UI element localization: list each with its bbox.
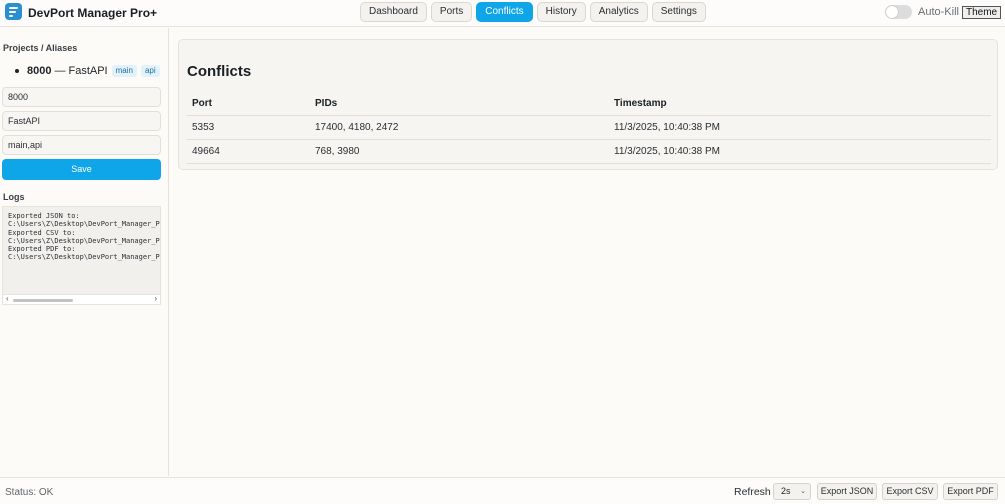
log-line: Exported JSON to: <box>8 212 80 220</box>
name-input[interactable]: FastAPI <box>2 111 161 131</box>
cell-port: 49664 <box>192 146 220 157</box>
main-tabs: Dashboard Ports Conflicts History Analyt… <box>360 2 706 22</box>
chevron-down-icon: ⌄ <box>800 488 806 495</box>
cell-timestamp: 11/3/2025, 10:40:38 PM <box>614 122 721 133</box>
refresh-interval-select[interactable]: 2s ⌄ <box>773 483 811 500</box>
tab-ports[interactable]: Ports <box>430 2 473 22</box>
autokill-toggle[interactable] <box>885 5 912 19</box>
logs-panel[interactable]: Exported JSON to: C:\Users\Z\Desktop\Dev… <box>2 206 161 305</box>
save-button[interactable]: Save <box>2 159 161 180</box>
status-text: Status: OK <box>5 487 54 498</box>
table-header-row: Port PIDs Timestamp <box>187 92 991 116</box>
log-line: C:\Users\Z\Desktop\DevPort_Manager_Pro <box>8 236 161 245</box>
autokill-label: Auto-Kill <box>918 6 959 18</box>
status-bar: Status: OK Refresh 2s ⌄ Export JSON Expo… <box>0 477 1005 504</box>
log-line: Exported CSV to: <box>8 228 76 237</box>
column-header-timestamp: Timestamp <box>614 98 667 109</box>
alias-name: FastAPI <box>68 65 108 77</box>
tab-history[interactable]: History <box>536 2 586 22</box>
cell-timestamp: 11/3/2025, 10:40:38 PM <box>614 146 721 157</box>
logs-horizontal-scrollbar[interactable]: ‹ › <box>3 294 160 304</box>
table-row: 49664 768, 3980 11/3/2025, 10:40:38 PM <box>187 140 991 164</box>
refresh-interval-value: 2s <box>781 486 791 496</box>
tags-input[interactable]: main,api <box>2 135 161 155</box>
log-line: C:\Users\Z\Desktop\DevPort_Manager_Pro <box>8 220 161 229</box>
tab-settings[interactable]: Settings <box>651 2 706 22</box>
theme-button[interactable]: Theme <box>962 6 1002 19</box>
scroll-right-icon[interactable]: › <box>154 294 157 303</box>
logs-title: Logs <box>3 192 25 202</box>
column-header-pids: PIDs <box>315 98 338 109</box>
tab-conflicts[interactable]: Conflicts <box>476 2 533 22</box>
cell-port: 5353 <box>192 122 215 133</box>
export-csv-button[interactable]: Export CSV <box>882 483 938 500</box>
cell-pids: 17400, 4180, 2472 <box>315 122 399 133</box>
table-row: 5353 17400, 4180, 2472 11/3/2025, 10:40:… <box>187 116 991 140</box>
alias-separator: — <box>54 65 66 77</box>
log-line: Exported PDF to: <box>8 245 76 254</box>
app-title: DevPort Manager Pro+ <box>28 6 158 20</box>
port-input[interactable]: 8000 <box>2 87 161 107</box>
alias-tag-badge: main <box>111 65 137 77</box>
alias-tag-badge: api <box>140 65 160 77</box>
app-header: DevPort Manager Pro+ Dashboard Ports Con… <box>0 0 1005 27</box>
export-pdf-button[interactable]: Export PDF <box>943 483 998 500</box>
tab-analytics[interactable]: Analytics <box>589 2 648 22</box>
page-title: Conflicts <box>187 63 252 80</box>
cell-pids: 768, 3980 <box>315 146 360 157</box>
alias-port: 8000 <box>27 65 52 77</box>
log-line: C:\Users\Z\Desktop\DevPort_Manager_Pro <box>8 253 161 262</box>
alias-list-item: 8000 — FastAPI main api <box>15 65 160 77</box>
scrollbar-thumb[interactable] <box>13 299 73 302</box>
export-json-button[interactable]: Export JSON <box>817 483 877 500</box>
column-header-port: Port <box>192 98 212 109</box>
scroll-left-icon[interactable]: ‹ <box>6 294 9 303</box>
conflicts-table: Port PIDs Timestamp 5353 17400, 4180, 24… <box>187 92 991 164</box>
bullet-icon <box>15 69 19 73</box>
tab-dashboard[interactable]: Dashboard <box>360 2 427 22</box>
sidebar: Projects / Aliases 8000 — FastAPI main a… <box>0 28 169 476</box>
toggle-knob <box>886 6 898 18</box>
conflicts-card: Conflicts Port PIDs Timestamp 5353 17400… <box>178 39 998 170</box>
app-logo-icon <box>5 3 22 20</box>
projects-title: Projects / Aliases <box>3 43 78 53</box>
refresh-label: Refresh <box>734 486 771 498</box>
